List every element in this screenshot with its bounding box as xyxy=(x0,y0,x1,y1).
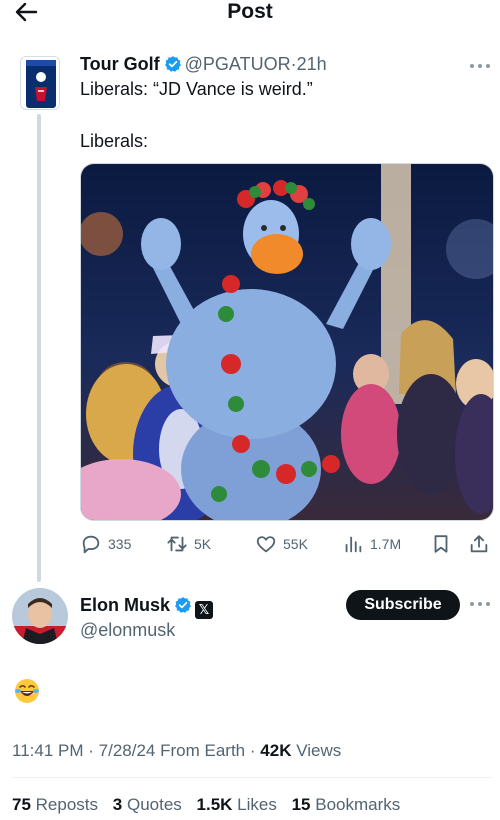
thread-connector-line xyxy=(37,114,41,582)
post-date[interactable]: 7/28/24 xyxy=(99,741,156,760)
more-icon[interactable] xyxy=(470,60,492,72)
share-icon[interactable] xyxy=(468,533,490,555)
laughing-emoji xyxy=(14,678,40,704)
bookmark-icon[interactable] xyxy=(430,533,452,555)
more-icon[interactable] xyxy=(470,598,492,610)
reply-count: 335 xyxy=(108,536,132,552)
reposts-stat[interactable]: 75 Reposts xyxy=(12,795,98,814)
like-button[interactable]: 55K xyxy=(255,533,308,555)
post-header: Tour Golf @PGATUOR·21h xyxy=(80,53,327,77)
reply-author-handle[interactable]: @elonmusk xyxy=(80,619,175,641)
verified-badge-icon xyxy=(174,596,192,619)
reply-author-name-row: Elon Musk 𝕏 xyxy=(80,594,214,619)
post-stats: 75 Reposts 3 Quotes 1.5K Likes 15 Bookma… xyxy=(12,795,410,815)
post-text-line-1: Liberals: “JD Vance is weird.” xyxy=(80,79,313,99)
top-bar: Post xyxy=(0,0,500,28)
reply-button[interactable]: 335 xyxy=(80,533,131,555)
bookmarks-stat-label: Bookmarks xyxy=(315,795,401,814)
divider xyxy=(12,777,492,778)
author-handle[interactable]: @PGATUOR xyxy=(185,54,291,74)
repost-button[interactable]: 5K xyxy=(166,533,211,555)
views-count: 1.7M xyxy=(370,536,402,552)
reply-author-avatar[interactable] xyxy=(12,588,68,644)
reply-icon xyxy=(82,535,100,554)
views-button[interactable]: 1.7M xyxy=(342,533,401,555)
quotes-stat-count: 3 xyxy=(112,795,123,814)
separator-dot: · xyxy=(88,741,94,760)
reposts-stat-label: Reposts xyxy=(35,795,99,814)
separator-dot: · xyxy=(249,741,256,760)
post-time[interactable]: 21h xyxy=(297,54,327,74)
quotes-stat[interactable]: 3 Quotes xyxy=(113,795,182,814)
subscribe-button[interactable]: Subscribe xyxy=(346,590,460,620)
bookmarks-stat-count: 15 xyxy=(291,795,311,814)
author-name[interactable]: Tour Golf xyxy=(80,54,160,74)
post-timestamp[interactable]: 11:41 PM xyxy=(12,741,84,760)
verified-badge-icon xyxy=(164,55,182,78)
repost-icon xyxy=(167,536,187,552)
like-count: 55K xyxy=(283,536,308,552)
likes-stat-count: 1.5K xyxy=(196,795,233,814)
author-avatar[interactable] xyxy=(20,56,60,110)
views-total-count: 42K xyxy=(260,741,292,760)
views-icon xyxy=(345,536,362,553)
bookmarks-stat[interactable]: 15 Bookmarks xyxy=(292,795,401,814)
repost-count: 5K xyxy=(194,536,212,552)
page-title: Post xyxy=(227,0,273,23)
reply-author-name[interactable]: Elon Musk xyxy=(80,595,170,615)
like-icon xyxy=(256,536,276,553)
likes-stat-label: Likes xyxy=(237,795,277,814)
reposts-stat-count: 75 xyxy=(12,795,31,814)
quotes-stat-label: Quotes xyxy=(126,795,182,814)
post-meta: 11:41 PM · 7/28/24 From Earth · 42K View… xyxy=(12,741,341,761)
post-media-image[interactable] xyxy=(80,163,494,521)
post-text-line-2: Liberals: xyxy=(80,131,149,151)
post-source: From Earth xyxy=(160,741,246,760)
views-total-label: Views xyxy=(296,741,342,760)
likes-stat[interactable]: 1.5K Likes xyxy=(197,795,277,814)
x-affiliate-icon: 𝕏 xyxy=(195,601,214,619)
